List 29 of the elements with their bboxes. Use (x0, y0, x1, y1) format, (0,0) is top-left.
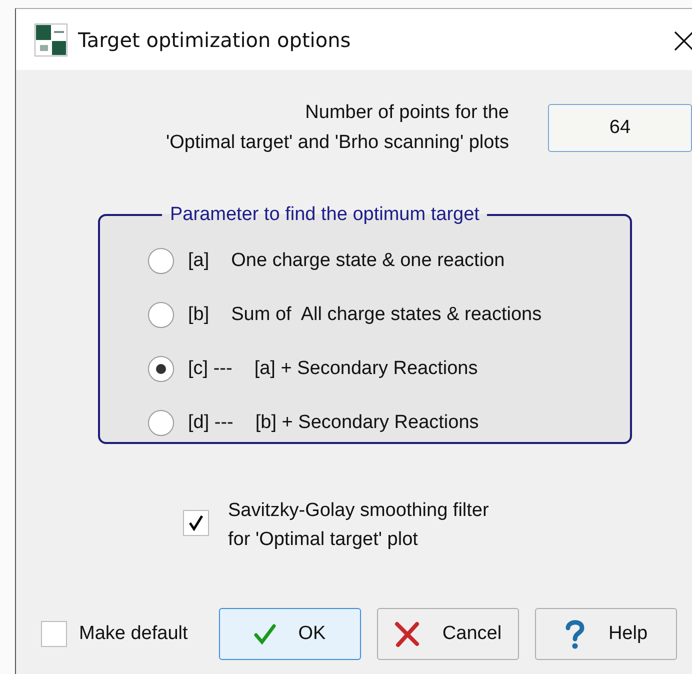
help-button[interactable]: Help (535, 608, 677, 660)
ok-button[interactable]: OK (219, 608, 361, 660)
option-tag: [d] --- (188, 412, 234, 434)
radio-button[interactable] (148, 410, 174, 436)
option-tag: [a] (188, 250, 210, 272)
points-field[interactable]: 64 (548, 104, 692, 152)
option-label: [a] + Secondary Reactions (254, 358, 478, 380)
option-label: One charge state & one reaction (231, 250, 505, 272)
window-title: Target optimization options (78, 28, 351, 52)
check-icon (254, 623, 276, 645)
help-icon (564, 619, 586, 649)
option-tag: [b] (188, 304, 210, 326)
close-icon[interactable] (674, 31, 692, 51)
app-icon (34, 22, 68, 56)
points-label: Number of points for the 'Optimal target' and 'Brho scanning' plots (165, 101, 509, 155)
checkbox[interactable] (183, 510, 209, 536)
make-default-label: Make default (79, 623, 189, 645)
group-title: Parameter to find the optimum target (169, 204, 480, 226)
option-tag: [c] --- (188, 358, 232, 380)
smoothing-label: Savitzky-Golay smoothing filter for 'Optimal target' plot (228, 499, 489, 552)
option-label: [b] + Secondary Reactions (255, 412, 479, 434)
cancel-button[interactable]: Cancel (377, 608, 519, 660)
option-label: Sum of All charge states & reactions (231, 304, 542, 326)
cross-icon (394, 621, 420, 647)
radio-button[interactable] (148, 356, 174, 382)
radio-button[interactable] (148, 302, 174, 328)
checkmark-icon (188, 515, 204, 531)
radio-button[interactable] (148, 248, 174, 274)
checkbox[interactable] (41, 621, 67, 647)
